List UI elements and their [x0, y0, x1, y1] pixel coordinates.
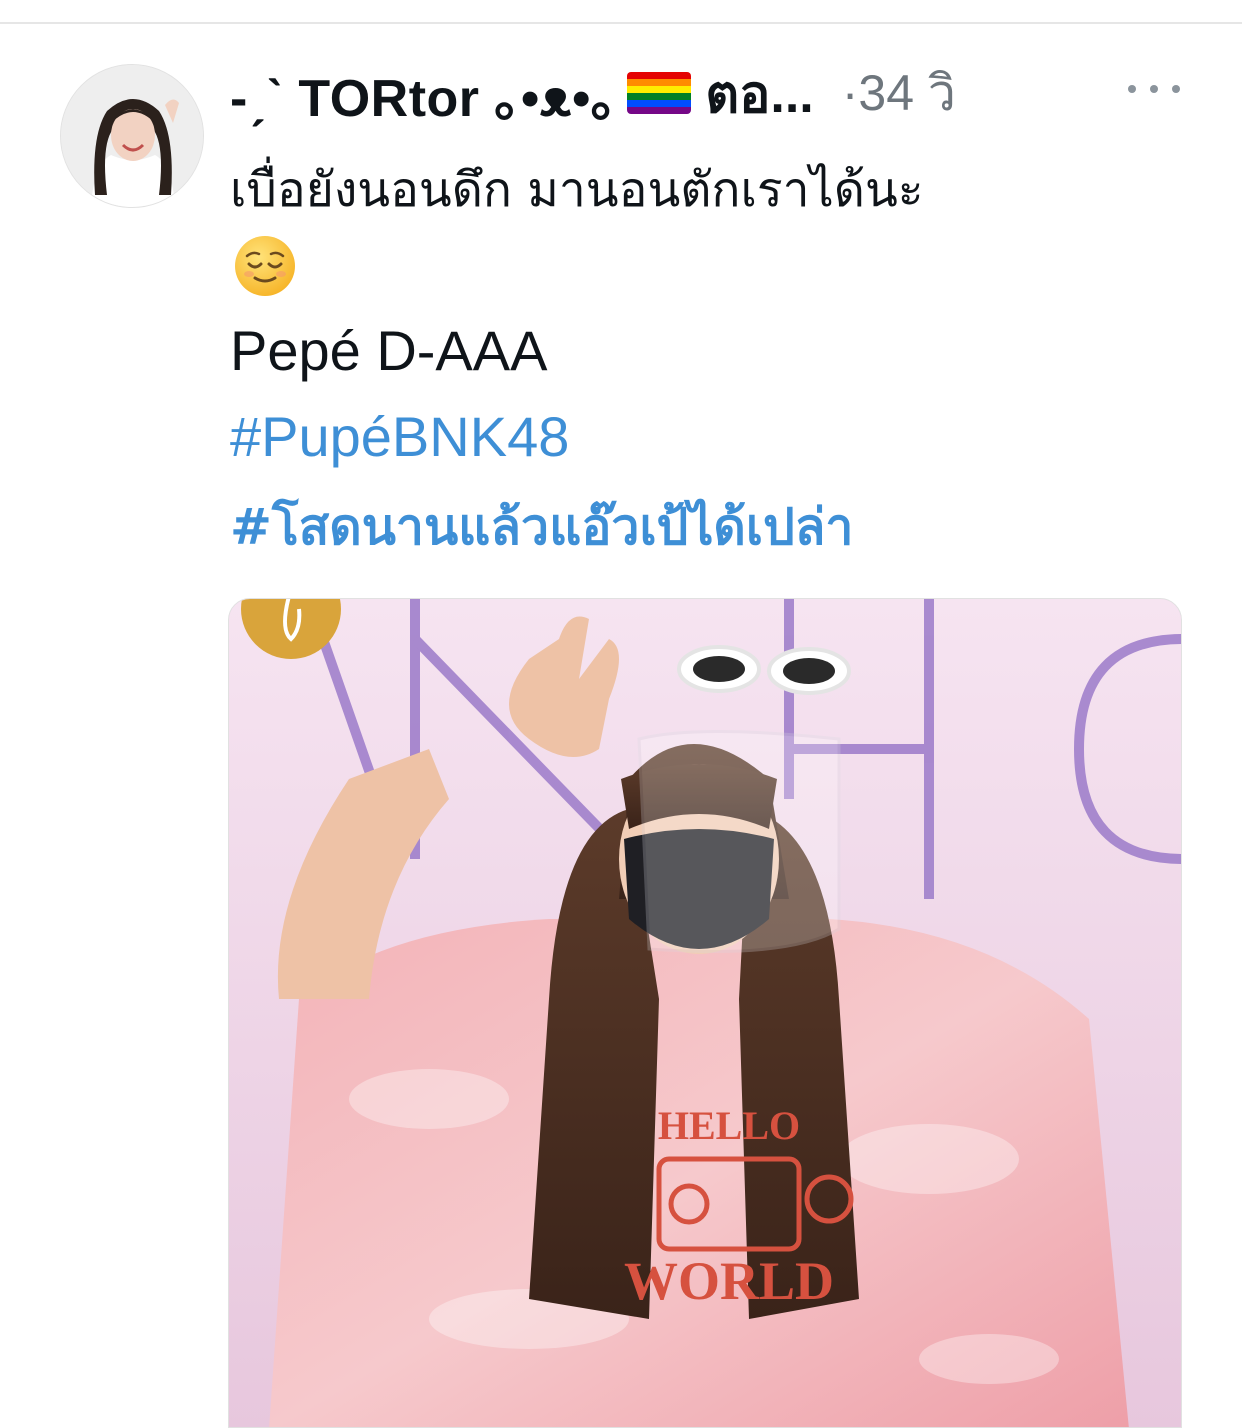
author-display-name-truncated[interactable]: ตอ... — [705, 52, 813, 135]
tweet-header: -ˏˋ TORtor ｡•ᴥ•｡ ตอ... ·34 วิ — [230, 58, 1190, 128]
tweet-text-line-2: Pepé D-AAA — [230, 319, 548, 382]
hashtag-link[interactable]: #โสดนานแล้วแอ๊วเป้ได้เปล่า — [230, 488, 853, 567]
more-horizontal-icon[interactable] — [1128, 82, 1180, 96]
tweet-photo[interactable]: WORLD HELLO — [228, 598, 1182, 1428]
tweet-timestamp[interactable]: ·34 วิ — [842, 54, 956, 133]
hashtag-link[interactable]: #PupéBNK48 — [230, 404, 569, 469]
rainbow-flag-icon — [627, 72, 692, 114]
author-avatar[interactable] — [60, 64, 204, 208]
tweet[interactable]: -ˏˋ TORtor ｡•ᴥ•｡ ตอ... ·34 วิ เบื่อยังนอ… — [0, 0, 1242, 1428]
shirt-text: HELLO — [658, 1103, 800, 1148]
author-display-name[interactable]: -ˏˋ TORtor ｡•ᴥ•｡ — [230, 56, 617, 131]
relieved-face-emoji — [233, 234, 297, 298]
shirt-text: WORLD — [624, 1251, 834, 1311]
tweet-text-line-1: เบื่อยังนอนดึก มานอนตักเราได้นะ — [230, 162, 924, 218]
